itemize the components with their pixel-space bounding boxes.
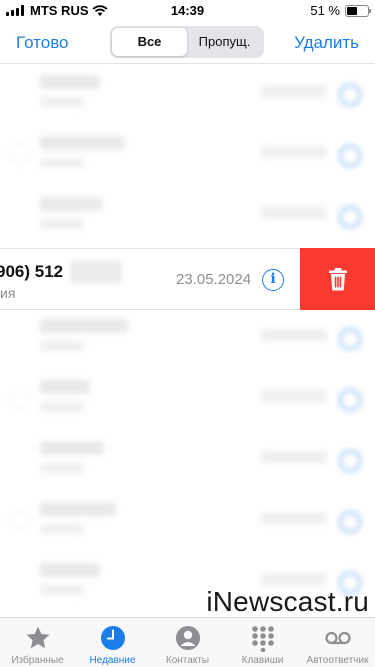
blurred-date [261, 207, 327, 219]
delete-swipe-button[interactable] [300, 248, 375, 310]
segment-missed[interactable]: Пропущ. [187, 28, 262, 56]
list-item[interactable] [0, 370, 375, 431]
blurred-sub [40, 585, 84, 595]
blurred-sub [40, 341, 84, 351]
blurred-sub [40, 402, 84, 412]
list-item[interactable] [0, 187, 375, 248]
person-icon [175, 626, 200, 650]
clock-icon [100, 626, 125, 650]
tab-voicemail[interactable]: Автоответчик [300, 618, 375, 667]
filter-segmented-control: Все Пропущ. [110, 26, 264, 58]
blurred-name [40, 563, 100, 577]
blurred-sub [40, 219, 84, 229]
done-button[interactable]: Готово [16, 33, 69, 53]
blurred-date [261, 146, 327, 158]
recents-list: 906) 512 ия 23.05.2024 i [0, 65, 375, 617]
blurred-name [40, 502, 116, 516]
blurred-name [40, 136, 124, 150]
call-date: 23.05.2024 [176, 271, 252, 288]
status-bar: MTS RUS 14:39 51 % [0, 0, 375, 22]
delete-all-button[interactable]: Удалить [294, 33, 359, 53]
blurred-date [261, 329, 327, 341]
call-type-label: ия [0, 285, 16, 301]
masked-number [70, 261, 122, 283]
info-icon[interactable] [339, 328, 361, 350]
info-icon[interactable] [339, 145, 361, 167]
list-item[interactable] [0, 309, 375, 370]
tab-bar: Избранные Недавние Контакты Клавиши Авто… [0, 617, 375, 667]
blurred-name [40, 319, 128, 333]
info-icon[interactable] [339, 206, 361, 228]
tab-favorites[interactable]: Избранные [0, 618, 75, 667]
blurred-sub [40, 158, 84, 168]
info-icon[interactable] [339, 450, 361, 472]
battery-icon [345, 4, 371, 17]
select-circle-icon[interactable] [10, 510, 30, 530]
list-item[interactable] [0, 65, 375, 126]
select-circle-icon[interactable] [10, 144, 30, 164]
nav-bar: Готово Все Пропущ. Удалить [0, 22, 375, 64]
star-icon [26, 626, 49, 649]
tab-recents[interactable]: Недавние [75, 618, 150, 667]
info-circle-icon[interactable]: i [262, 269, 284, 291]
status-right: 51 % [310, 3, 371, 18]
caller-number: 906) 512 [0, 262, 64, 281]
info-icon[interactable] [339, 511, 361, 533]
blurred-sub [40, 524, 84, 534]
battery-fill [347, 6, 358, 15]
tab-label: Контакты [165, 655, 210, 666]
list-item[interactable] [0, 492, 375, 553]
blurred-date [261, 390, 327, 402]
tab-keypad[interactable]: Клавиши [225, 618, 300, 667]
tab-contacts[interactable]: Контакты [150, 618, 225, 667]
info-icon[interactable] [339, 389, 361, 411]
blurred-sub [40, 97, 84, 107]
voicemail-icon [324, 631, 351, 645]
blurred-name [40, 197, 102, 211]
blurred-date [261, 573, 327, 585]
segment-all[interactable]: Все [112, 28, 187, 56]
trash-icon [328, 268, 347, 291]
tab-label: Автоответчик [306, 655, 369, 666]
battery-percent: 51 % [310, 3, 340, 18]
blurred-date [261, 451, 327, 463]
tab-label: Клавиши [241, 655, 284, 666]
tab-label: Избранные [11, 655, 64, 666]
info-icon[interactable] [339, 84, 361, 106]
blurred-date [261, 85, 327, 97]
keypad-icon [251, 626, 274, 652]
list-item[interactable] [0, 126, 375, 187]
blurred-sub [40, 463, 84, 473]
select-circle-icon[interactable] [10, 388, 30, 408]
list-item[interactable] [0, 431, 375, 492]
blurred-name [40, 75, 100, 89]
watermark: iNewscast.ru [206, 586, 369, 617]
blurred-name [40, 441, 104, 455]
blurred-date [261, 512, 327, 524]
tab-label: Недавние [89, 655, 136, 666]
blurred-name [40, 380, 90, 394]
